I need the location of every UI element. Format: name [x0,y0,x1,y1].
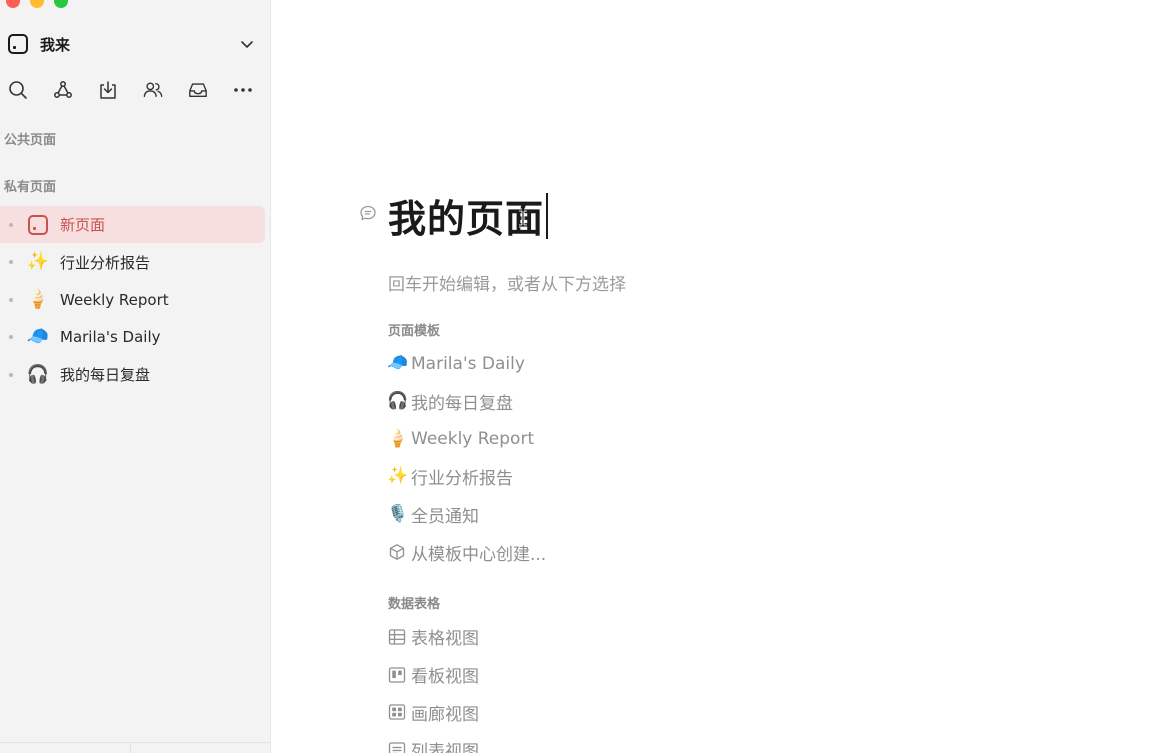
app-window: 我来 公共页面 私有页面 新页面 ✨ 行业分析报告 🍦 Weekly Repor… [0,0,1168,753]
public-pages-label[interactable]: 公共页面 [4,129,56,148]
template-all-staff-notice[interactable]: 🎙️ 全员通知 [387,496,546,534]
sidebar-item-label: 新页面 [60,216,106,234]
private-pages-label[interactable]: 私有页面 [4,176,56,195]
download-icon [100,81,116,99]
workspace-name: 我来 [40,35,71,54]
search-button[interactable] [8,78,28,102]
expand-dot-icon[interactable] [9,297,13,302]
headphones-icon: 🎧 [26,363,50,385]
table-option-label: 画廊视图 [411,704,479,725]
share-network-icon [54,81,72,98]
expand-dot-icon[interactable] [9,222,13,227]
template-industry-report[interactable]: ✨ 行业分析报告 [387,458,546,496]
cube-icon [387,542,407,562]
sidebar: 我来 公共页面 私有页面 新页面 ✨ 行业分析报告 🍦 Weekly Repor… [0,0,271,753]
cap-icon: 🧢 [387,353,409,374]
sidebar-item-industry-report[interactable]: ✨ 行业分析报告 [0,244,265,281]
ice-cream-icon: 🍦 [387,428,409,449]
template-label: 我的每日复盘 [411,394,513,415]
template-marilas-daily[interactable]: 🧢 Marila's Daily [387,345,546,383]
template-weekly-report[interactable]: 🍦 Weekly Report [387,420,546,458]
chevron-down-icon[interactable] [238,35,256,53]
sidebar-item-label: 我的每日复盘 [60,366,151,385]
template-label: 从模板中心创建... [411,544,547,565]
sidebar-item-label: Marila's Daily [60,328,161,347]
page-templates-label: 页面模板 [388,324,441,339]
ice-cream-icon: 🍦 [26,288,50,310]
kanban-view-option[interactable]: 看板视图 [387,656,479,694]
data-tables-label: 数据表格 [388,597,441,612]
sidebar-footer [0,742,270,753]
table-option-label: 表格视图 [411,629,479,650]
comment-icon[interactable] [359,204,377,222]
list-view-icon [387,740,407,753]
page-icon [28,214,48,235]
table-view-option[interactable]: 表格视图 [387,618,479,656]
sidebar-toolbar [8,78,253,102]
sidebar-item-label: Weekly Report [60,290,169,309]
more-button[interactable] [233,78,253,102]
i-beam-cursor-icon [519,208,527,228]
template-label: Weekly Report [411,429,535,450]
sidebar-item-weekly-report[interactable]: 🍦 Weekly Report [0,281,265,318]
template-label: Marila's Daily [411,353,525,374]
workspace-logo-icon [8,34,28,54]
sidebar-item-marilas-daily[interactable]: 🧢 Marila's Daily [0,319,265,356]
members-icon [143,82,163,98]
template-label: 行业分析报告 [411,469,513,490]
headphones-icon: 🎧 [387,391,409,412]
table-option-label: 列表视图 [411,742,479,753]
minimize-window-button[interactable] [30,0,44,8]
members-button[interactable] [143,78,163,102]
inbox-button[interactable] [188,78,208,102]
graph-button[interactable] [53,78,73,102]
gallery-view-option[interactable]: 画廊视图 [387,693,479,731]
window-controls [6,0,68,8]
kanban-view-icon [387,665,407,685]
expand-dot-icon[interactable] [9,260,13,265]
table-view-icon [387,627,407,647]
workspace-switcher[interactable]: 我来 [8,31,256,57]
template-daily-review[interactable]: 🎧 我的每日复盘 [387,383,546,421]
sidebar-item-label: 行业分析报告 [60,253,151,272]
microphone-icon: 🎙️ [387,504,409,525]
sparkles-icon: ✨ [26,251,50,273]
expand-dot-icon[interactable] [9,335,13,340]
zoom-window-button[interactable] [54,0,68,8]
list-view-option[interactable]: 列表视图 [387,731,479,753]
close-window-button[interactable] [6,0,20,8]
cap-icon: 🧢 [26,326,50,348]
page-template-list: 🧢 Marila's Daily 🎧 我的每日复盘 🍦 Weekly Repor… [387,345,546,571]
data-table-list: 表格视图 看板视图 画廊视图 列表视图 [387,618,479,753]
import-button[interactable] [98,78,118,102]
search-icon [9,81,27,99]
template-from-center[interactable]: 从模板中心创建... [387,533,546,571]
page-editor: 我的页面 回车开始编辑，或者从下方选择 页面模板 🧢 Marila's Dail… [271,0,1168,753]
inbox-icon [189,83,207,98]
gallery-view-icon [387,702,407,722]
sidebar-item-new-page[interactable]: 新页面 [0,206,265,243]
sparkles-icon: ✨ [387,466,409,487]
footer-divider [130,743,131,753]
sidebar-item-daily-review[interactable]: 🎧 我的每日复盘 [0,356,265,393]
table-option-label: 看板视图 [411,667,479,688]
expand-dot-icon[interactable] [9,372,13,377]
more-icon [234,88,252,92]
editor-hint: 回车开始编辑，或者从下方选择 [388,275,626,295]
template-label: 全员通知 [411,507,479,528]
private-page-list: 新页面 ✨ 行业分析报告 🍦 Weekly Report 🧢 Marila's … [0,206,270,394]
text-caret [546,192,548,239]
